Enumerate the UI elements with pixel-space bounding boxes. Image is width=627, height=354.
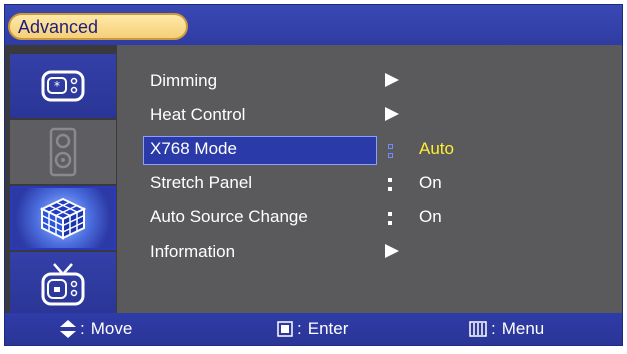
menu-item-label: Dimming bbox=[150, 71, 218, 90]
hint-menu-label: Menu bbox=[501, 319, 545, 338]
cube-icon bbox=[39, 197, 87, 240]
menu-item-auto-source-change[interactable]: Auto Source Change On bbox=[117, 203, 622, 233]
menu-item-x768-mode[interactable]: X768 Mode Auto bbox=[117, 135, 622, 165]
menu-item-value[interactable]: On bbox=[419, 207, 442, 227]
submenu-arrow-icon bbox=[385, 244, 399, 258]
hint-enter-label: Enter bbox=[307, 319, 349, 338]
menu-item-label: Information bbox=[150, 242, 236, 261]
hint-separator: : bbox=[297, 319, 302, 338]
sidebar-item-audio[interactable] bbox=[10, 120, 116, 184]
menu-item-stretch-panel[interactable]: Stretch Panel On bbox=[117, 169, 622, 199]
monitor-settings-icon: * bbox=[41, 70, 85, 102]
menu-panel: Dimming Heat Control X768 Mode Auto Stre… bbox=[117, 45, 622, 315]
tv-icon bbox=[41, 263, 85, 306]
hint-separator: : bbox=[491, 319, 496, 338]
menu-item-label: Stretch Panel bbox=[150, 173, 253, 192]
colon-separator-icon bbox=[385, 173, 395, 195]
speaker-icon bbox=[49, 127, 77, 177]
help-bar: : Move : Enter : Menu bbox=[5, 313, 622, 345]
sidebar-item-advanced[interactable] bbox=[10, 186, 116, 250]
enter-button-icon bbox=[277, 321, 293, 337]
hint-separator: : bbox=[80, 319, 85, 338]
hint-move: : Move bbox=[60, 319, 132, 339]
hint-enter: : Enter bbox=[277, 319, 348, 339]
hint-move-label: Move bbox=[90, 319, 133, 338]
colon-separator-icon bbox=[385, 139, 395, 161]
svg-text:*: * bbox=[54, 79, 60, 93]
title-bar: Advanced bbox=[5, 5, 622, 45]
menu-title-tab: Advanced bbox=[8, 13, 188, 40]
menu-item-information[interactable]: Information bbox=[117, 238, 622, 268]
sidebar-item-tv[interactable] bbox=[10, 252, 116, 316]
menu-button-icon bbox=[469, 321, 487, 337]
category-sidebar: * bbox=[5, 45, 117, 316]
colon-separator-icon bbox=[385, 207, 395, 229]
menu-title: Advanced bbox=[18, 17, 99, 37]
hint-menu: : Menu bbox=[469, 319, 544, 339]
submenu-arrow-icon bbox=[385, 107, 399, 121]
menu-item-label: Auto Source Change bbox=[150, 207, 308, 226]
menu-item-value[interactable]: On bbox=[419, 173, 442, 193]
up-down-arrows-icon bbox=[60, 320, 76, 338]
menu-item-dimming[interactable]: Dimming bbox=[117, 67, 622, 97]
sidebar-item-picture[interactable]: * bbox=[10, 54, 116, 118]
menu-item-label: X768 Mode bbox=[150, 139, 237, 158]
menu-item-value[interactable]: Auto bbox=[419, 139, 454, 159]
osd-window: Advanced * Dimming Heat Control X768 Mod… bbox=[4, 4, 623, 346]
menu-item-label: Heat Control bbox=[150, 105, 246, 124]
submenu-arrow-icon bbox=[385, 73, 399, 87]
menu-item-heat-control[interactable]: Heat Control bbox=[117, 101, 622, 131]
